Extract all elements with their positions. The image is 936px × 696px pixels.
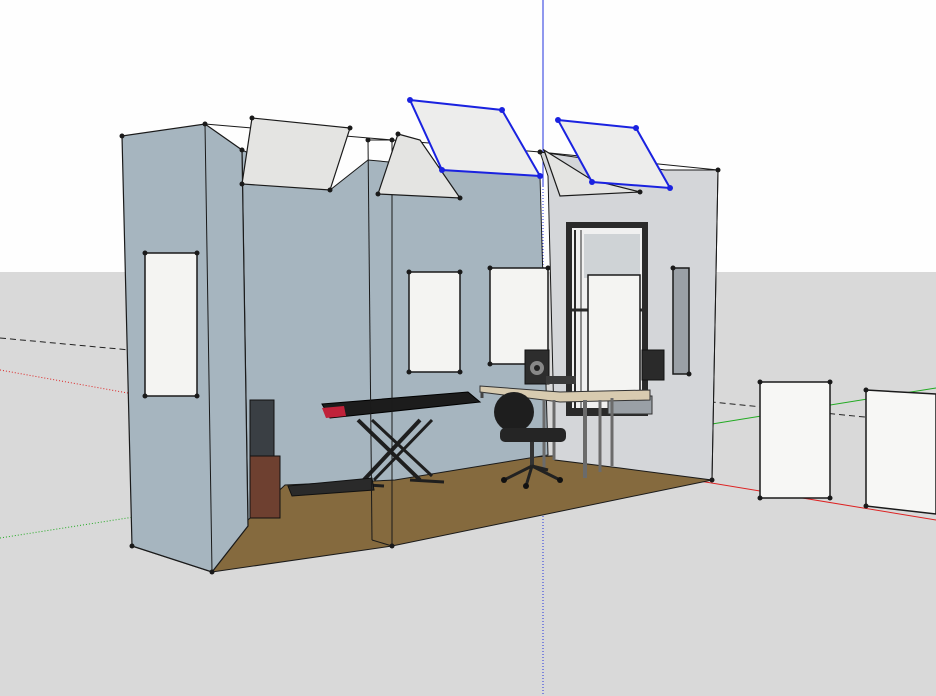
right-wall-panel[interactable] bbox=[672, 267, 690, 375]
left-wall-panel[interactable] bbox=[144, 252, 198, 397]
bass-trap-2[interactable] bbox=[865, 389, 936, 515]
3d-model-canvas[interactable] bbox=[0, 0, 936, 696]
window-panel[interactable] bbox=[587, 274, 641, 396]
wall-speaker[interactable] bbox=[641, 349, 665, 381]
bass-trap-1[interactable] bbox=[759, 381, 831, 499]
back-wall-panel-1[interactable] bbox=[408, 271, 461, 373]
ceiling-cloud-1[interactable] bbox=[241, 117, 351, 191]
sketchup-viewport[interactable] bbox=[0, 0, 936, 696]
